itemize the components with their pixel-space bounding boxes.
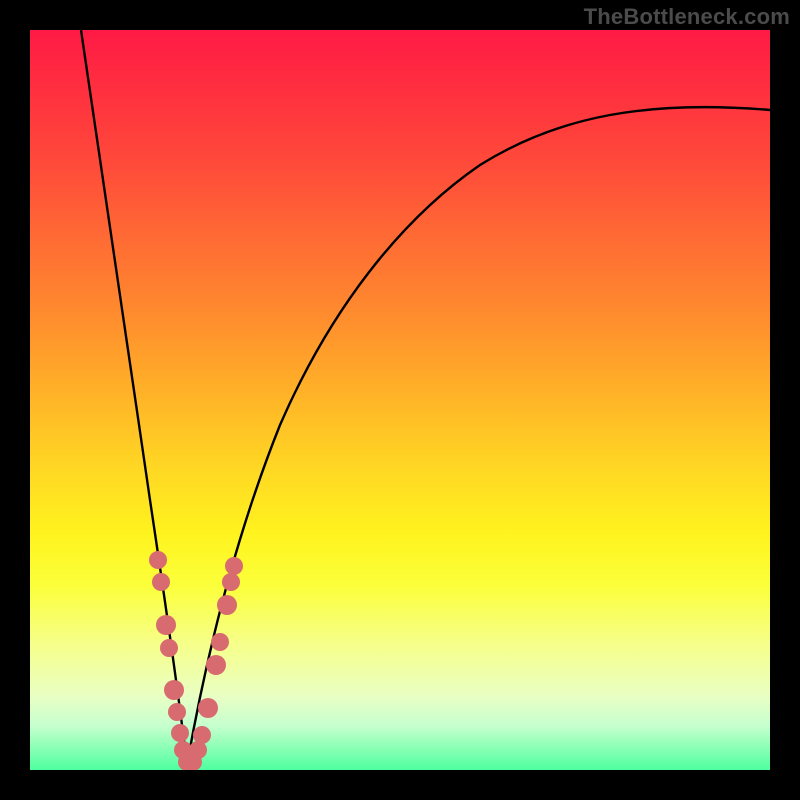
marker-dot	[168, 703, 186, 721]
chart-svg	[30, 30, 770, 770]
marker-dot	[152, 573, 170, 591]
curve-right-arm	[187, 107, 770, 765]
watermark-text: TheBottleneck.com	[584, 4, 790, 30]
marker-dot	[198, 698, 218, 718]
marker-dot	[156, 615, 176, 635]
marker-dot	[222, 573, 240, 591]
marker-dot	[160, 639, 178, 657]
marker-dot	[225, 557, 243, 575]
marker-dot	[164, 680, 184, 700]
marker-dot	[217, 595, 237, 615]
marker-dot	[149, 551, 167, 569]
plot-area	[30, 30, 770, 770]
chart-frame: TheBottleneck.com	[0, 0, 800, 800]
marker-dot	[211, 633, 229, 651]
marker-dot	[193, 726, 211, 744]
marker-dot	[206, 655, 226, 675]
marker-dot	[171, 724, 189, 742]
bottleneck-marker-group	[149, 551, 243, 770]
